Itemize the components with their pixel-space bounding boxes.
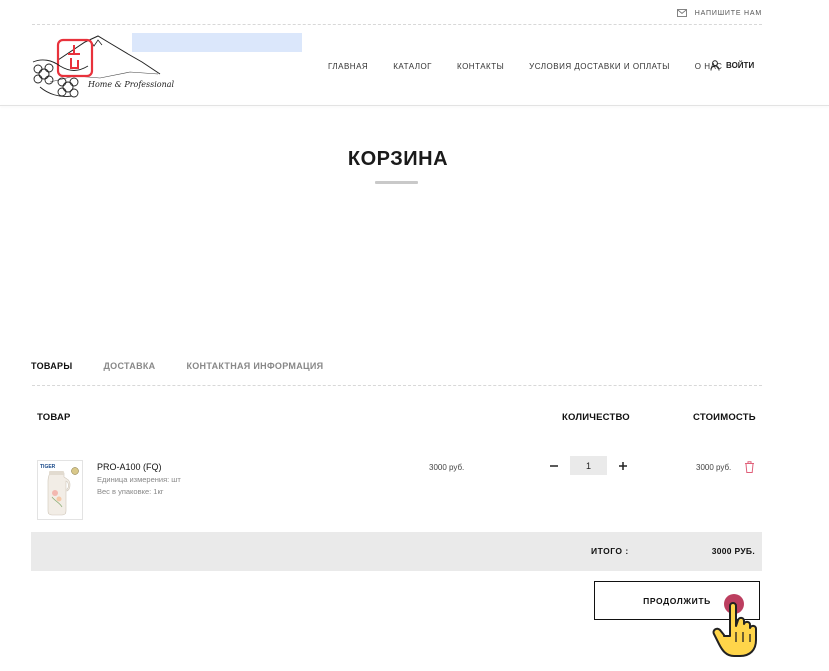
minus-icon: [550, 465, 558, 467]
tabs-divider: [32, 385, 762, 386]
checkout-tabs: ТОВАРЫ ДОСТАВКА КОНТАКТНАЯ ИНФОРМАЦИЯ: [31, 361, 323, 371]
header-bottom-border: [0, 105, 829, 106]
continue-label: ПРОДОЛЖИТЬ: [643, 595, 711, 606]
thermos-image: TIGER: [40, 464, 79, 516]
trash-icon: [745, 461, 754, 473]
product-image[interactable]: TIGER: [37, 460, 83, 520]
tab-products[interactable]: ТОВАРЫ: [31, 361, 72, 371]
login-button[interactable]: ВОЙТИ: [710, 60, 754, 71]
total-label: ИТОГО :: [591, 546, 629, 556]
write-us-label: НАПИШИТЕ НАМ: [694, 9, 762, 17]
quantity-increment-button[interactable]: [615, 457, 631, 475]
product-name-link[interactable]: PRO-A100 (FQ): [97, 462, 162, 472]
total-bar: [31, 532, 762, 571]
product-cost: 3000 руб.: [696, 463, 732, 472]
page-title: КОРЗИНА: [347, 148, 449, 170]
logo-caption: Home & Professional: [88, 80, 175, 89]
product-weight: Вес в упаковке: 1кг: [97, 487, 164, 496]
nav-contacts[interactable]: КОНТАКТЫ: [457, 62, 504, 71]
write-us-link[interactable]: НАПИШИТЕ НАМ: [676, 9, 762, 17]
envelope-icon: [676, 9, 687, 17]
title-underline: [375, 181, 418, 184]
product-brand: TIGER: [40, 464, 56, 470]
column-header-product: ТОВАР: [37, 412, 71, 423]
quantity-input[interactable]: [570, 456, 607, 475]
nav-home[interactable]: ГЛАВНАЯ: [328, 62, 368, 71]
pointer-hand-icon: [712, 594, 757, 657]
banner-placeholder: [132, 33, 302, 52]
product-unit: Единица измерения: шт: [97, 475, 181, 484]
total-value: 3000 РУБ.: [711, 546, 755, 556]
tab-delivery[interactable]: ДОСТАВКА: [103, 361, 155, 371]
header-divider: [32, 24, 762, 25]
column-header-quantity: КОЛИЧЕСТВО: [562, 412, 630, 423]
quantity-decrement-button[interactable]: [546, 457, 562, 475]
user-icon: [710, 60, 720, 71]
product-price: 3000 руб.: [429, 463, 465, 472]
login-label: ВОЙТИ: [726, 61, 755, 70]
main-nav: ГЛАВНАЯ КАТАЛОГ КОНТАКТЫ УСЛОВИЯ ДОСТАВК…: [328, 62, 722, 71]
remove-item-button[interactable]: [743, 460, 756, 474]
nav-delivery[interactable]: УСЛОВИЯ ДОСТАВКИ И ОПЛАТЫ: [529, 62, 670, 71]
tab-contact-info[interactable]: КОНТАКТНАЯ ИНФОРМАЦИЯ: [186, 361, 323, 371]
plus-icon: [619, 462, 627, 470]
nav-catalog[interactable]: КАТАЛОГ: [393, 62, 432, 71]
column-header-cost: СТОИМОСТЬ: [693, 412, 756, 423]
